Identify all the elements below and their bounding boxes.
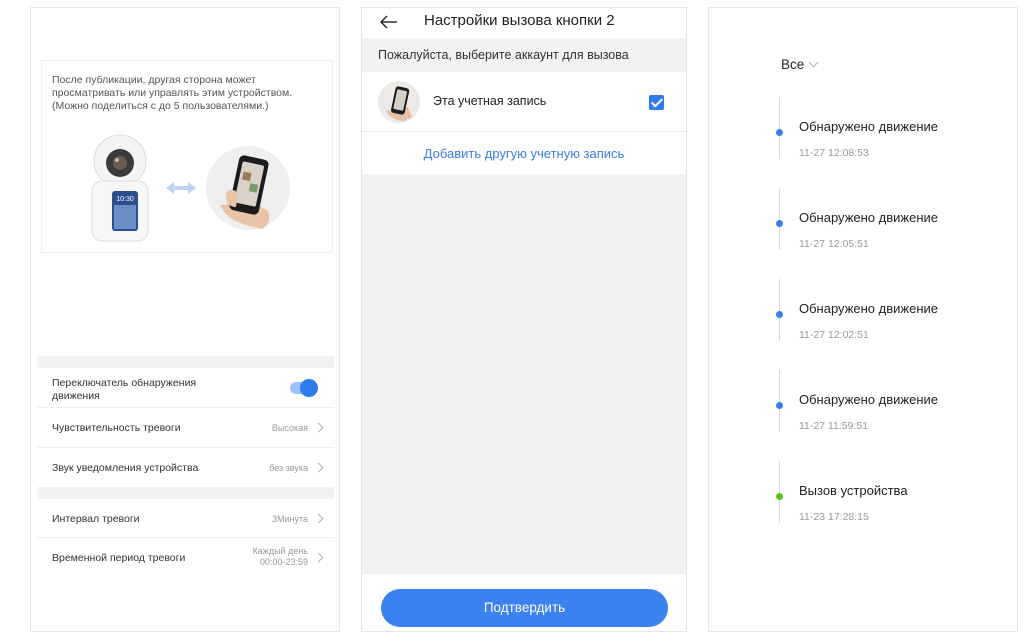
alarm-sensitivity-value: Высокая [271,423,308,433]
event-log-screen: Все Обнаружено движение 11-27 12:08:53 О… [708,7,1018,632]
event-time: 11-27 11:59:51 [799,420,869,432]
camera-device-icon: 10:30 [91,134,149,242]
svg-text:10:30: 10:30 [116,196,134,203]
timeline-dot [776,129,783,136]
share-info-card: После публикации, другая сторона может п… [41,60,333,253]
chevron-right-icon [313,552,324,563]
add-account-label: Добавить другую учетную запись [423,146,625,161]
event-title: Обнаружено движение [799,392,938,407]
timeline-line [779,97,780,159]
timeline-line [779,461,780,523]
event-filter-label: Все [781,57,805,72]
event-time: 11-27 12:05:51 [799,238,869,250]
event-title: Вызов устройства [799,483,908,498]
timeline-dot [776,311,783,318]
timeline-line [779,188,780,250]
link-arrows-icon [166,182,196,194]
empty-area [362,174,686,574]
account-prompt-bar: Пожалуйста, выберите аккаунт для вызова [362,38,686,72]
event-title: Обнаружено движение [799,119,938,134]
notification-sound-value: без звука [269,463,308,473]
phone-in-hand-icon [206,146,290,230]
notification-sound-row[interactable]: Звук уведомления устройства без звука [37,448,334,487]
account-label: Эта учетная запись [433,94,547,108]
event-time: 11-27 12:02:51 [799,329,869,341]
toggle-knob [300,379,318,397]
chevron-down-icon [808,57,819,68]
alarm-interval-value: 3Минута [271,514,308,524]
event-time: 11-27 12:08:53 [799,147,869,159]
call-button-settings-screen: Настройки вызова кнопки 2 Пожалуйста, вы… [361,7,687,632]
timeline-line [779,370,780,432]
event-time: 11-23 17:28:15 [799,511,869,523]
avatar [378,81,420,123]
timeline-dot [776,493,783,500]
confirm-button[interactable]: Подтвердить [381,589,668,627]
alarm-period-days: Каждый день [252,546,308,556]
chevron-right-icon [313,513,324,524]
event-filter-dropdown[interactable]: Все [781,57,819,72]
timeline-dot [776,220,783,227]
account-prompt-text: Пожалуйста, выберите аккаунт для вызова [378,48,629,62]
motion-detection-label: Переключатель обнаружения движения [52,377,197,402]
notification-sound-label: Звук уведомления устройства [52,462,199,474]
event-title: Обнаружено движение [799,210,938,225]
alarm-sensitivity-row[interactable]: Чувствительность тревоги Высокая [37,408,334,448]
alarm-interval-row[interactable]: Интервал тревоги 3Минута [37,499,334,538]
back-arrow-icon[interactable] [380,15,398,29]
motion-detection-toggle[interactable] [290,379,318,397]
section-divider [37,487,334,499]
event-title: Обнаружено движение [799,301,938,316]
share-illustration: 10:30 [91,134,290,242]
page-title: Настройки вызова кнопки 2 [424,12,615,29]
header-bar: Настройки вызова кнопки 2 [362,8,686,38]
timeline-dot [776,402,783,409]
phone-in-hand-icon [386,86,412,121]
alarm-period-label: Временной период тревоги [52,552,186,564]
motion-detection-toggle-row[interactable]: Переключатель обнаружения движения [37,368,334,408]
account-option-row[interactable]: Эта учетная запись [362,72,686,132]
section-divider [37,356,334,368]
chevron-right-icon [313,462,324,473]
motion-settings-screen: После публикации, другая сторона может п… [30,7,340,632]
timeline-line [779,279,780,341]
alarm-sensitivity-label: Чувствительность тревоги [52,422,181,434]
alarm-interval-label: Интервал тревоги [52,513,140,525]
account-checkbox[interactable] [649,95,664,110]
chevron-right-icon [313,422,324,433]
share-info-text: После публикации, другая сторона может п… [52,74,293,112]
alarm-period-row[interactable]: Временной период тревоги Каждый день 00:… [37,538,334,578]
alarm-period-hours: 00:00-23:59 [259,557,308,567]
add-account-link[interactable]: Добавить другую учетную запись [362,132,686,174]
